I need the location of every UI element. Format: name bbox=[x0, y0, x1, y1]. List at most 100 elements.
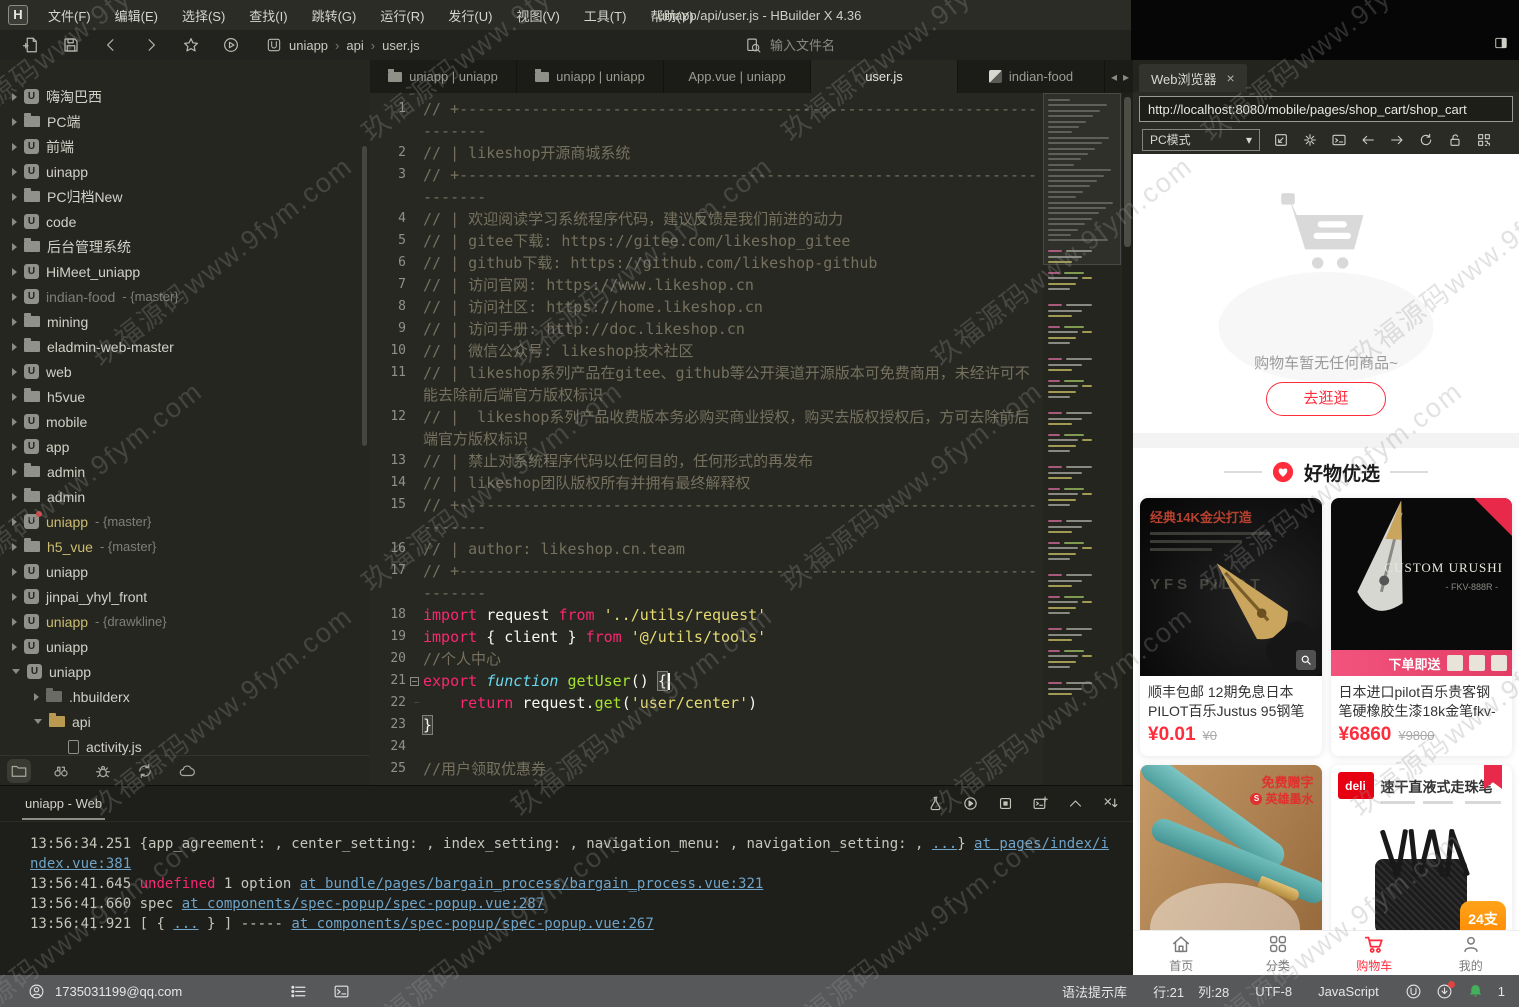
browser-tab[interactable]: Web浏览器 × bbox=[1139, 64, 1247, 92]
cloud-icon[interactable] bbox=[178, 762, 196, 780]
tree-item-15[interactable]: admin bbox=[0, 459, 370, 484]
tree-item-0[interactable]: U 嗨淘巴西 bbox=[0, 84, 370, 109]
mobile-tab-category[interactable]: 分类 bbox=[1230, 931, 1327, 975]
chevron-right-icon[interactable] bbox=[12, 442, 17, 451]
go-shopping-button[interactable]: 去逛逛 bbox=[1266, 382, 1386, 416]
chevron-right-icon[interactable] bbox=[12, 592, 17, 601]
restart-icon[interactable] bbox=[962, 795, 979, 812]
chevron-right-icon[interactable] bbox=[12, 217, 17, 226]
device-mode-select[interactable]: PC模式 ▾ bbox=[1142, 128, 1260, 151]
breadcrumb-item-2[interactable]: user.js bbox=[382, 38, 420, 53]
chevron-right-icon[interactable] bbox=[12, 267, 17, 276]
update-available-icon[interactable] bbox=[1436, 980, 1455, 1000]
tree-item-16[interactable]: admin bbox=[0, 484, 370, 509]
fold-toggle-icon[interactable] bbox=[406, 670, 423, 692]
code-area[interactable]: 1 // +-----------------------------------… bbox=[370, 93, 1041, 785]
tree-item-5[interactable]: Ucode bbox=[0, 209, 370, 234]
chevron-right-icon[interactable] bbox=[12, 517, 17, 526]
mobile-tab-user[interactable]: 我的 bbox=[1423, 931, 1519, 975]
menu-item-7[interactable]: 视图(V) bbox=[506, 2, 569, 29]
tree-item-7[interactable]: U HiMeet_uniapp bbox=[0, 259, 370, 284]
log-source-link[interactable]: at components/spec-popup/spec-popup.vue:… bbox=[182, 896, 544, 912]
mobile-tab-cart[interactable]: 购物车 bbox=[1326, 931, 1423, 975]
editor-scrollbar-thumb[interactable] bbox=[1124, 97, 1131, 247]
chevron-right-icon[interactable] bbox=[12, 417, 17, 426]
qr-code-icon[interactable] bbox=[1476, 132, 1492, 148]
zoom-icon[interactable] bbox=[1295, 650, 1316, 670]
run-icon[interactable] bbox=[222, 36, 240, 54]
encoding-label[interactable]: UTF-8 bbox=[1255, 984, 1292, 999]
tree-item-2[interactable]: U 前端 bbox=[0, 134, 370, 159]
tree-item-23[interactable]: Uuniapp bbox=[0, 659, 370, 684]
refresh-icon[interactable] bbox=[136, 762, 154, 780]
new-terminal-icon[interactable] bbox=[1032, 795, 1049, 812]
menu-item-4[interactable]: 跳转(G) bbox=[302, 2, 367, 29]
product-card-2[interactable]: 免费赠字 S 英雄墨水 bbox=[1140, 765, 1322, 943]
debug-config-icon[interactable] bbox=[927, 795, 944, 812]
task-list-icon[interactable] bbox=[290, 983, 307, 1000]
tree-item-21[interactable]: Uuniapp - {drawkline} bbox=[0, 609, 370, 634]
chevron-right-icon[interactable] bbox=[12, 317, 17, 326]
toggle-right-panel-icon[interactable] bbox=[1493, 36, 1509, 50]
url-input[interactable] bbox=[1140, 101, 1512, 117]
clear-console-icon[interactable] bbox=[1102, 795, 1119, 812]
tab-scroll-arrows[interactable]: ◂ ▸ bbox=[1111, 60, 1129, 93]
tree-item-3[interactable]: Uuinapp bbox=[0, 159, 370, 184]
tree-item-4[interactable]: PC归档New bbox=[0, 184, 370, 209]
menu-item-5[interactable]: 运行(R) bbox=[370, 2, 434, 29]
editor-tab-4[interactable]: indian-food bbox=[958, 60, 1105, 93]
menu-item-1[interactable]: 编辑(E) bbox=[105, 2, 168, 29]
menu-item-6[interactable]: 发行(U) bbox=[438, 2, 502, 29]
chevron-right-icon[interactable] bbox=[12, 367, 17, 376]
chevron-down-icon[interactable] bbox=[34, 719, 42, 724]
file-search-input[interactable] bbox=[770, 37, 1070, 53]
browser-forward-icon[interactable] bbox=[1389, 132, 1405, 148]
chevron-right-icon[interactable] bbox=[12, 192, 17, 201]
tree-item-13[interactable]: Umobile bbox=[0, 409, 370, 434]
editor-tab-3[interactable]: user.js bbox=[811, 60, 958, 93]
chevron-right-icon[interactable] bbox=[12, 292, 17, 301]
debug-icon[interactable] bbox=[94, 762, 112, 780]
close-icon[interactable]: × bbox=[1227, 70, 1235, 86]
chevron-right-icon[interactable] bbox=[12, 392, 17, 401]
chevron-right-icon[interactable] bbox=[12, 467, 17, 476]
language-label[interactable]: JavaScript bbox=[1318, 984, 1379, 999]
product-card-3[interactable]: deli 速干直液式走珠笔 24支 bbox=[1330, 765, 1512, 943]
product-card-1[interactable]: CUSTOM URUSHI - FKV-888R - 下单即送 日本进口pilot百乐… bbox=[1330, 498, 1512, 756]
address-bar[interactable] bbox=[1139, 96, 1513, 122]
chevron-right-icon[interactable] bbox=[12, 567, 17, 576]
notification-count[interactable]: 1 bbox=[1498, 984, 1505, 999]
tree-item-1[interactable]: PC端 bbox=[0, 109, 370, 134]
chevron-right-icon[interactable] bbox=[12, 617, 17, 626]
open-external-icon[interactable] bbox=[1273, 132, 1289, 148]
minimap[interactable] bbox=[1043, 93, 1121, 785]
notification-bell-icon[interactable] bbox=[1467, 983, 1484, 1000]
tree-item-18[interactable]: h5_vue - {master} bbox=[0, 534, 370, 559]
chevron-down-icon[interactable] bbox=[12, 669, 20, 674]
tree-item-14[interactable]: Uapp bbox=[0, 434, 370, 459]
project-manager-icon[interactable] bbox=[10, 761, 28, 780]
settings-gear-icon[interactable] bbox=[1302, 132, 1318, 148]
account-email[interactable]: 1735031199@qq.com bbox=[55, 984, 182, 999]
tree-item-8[interactable]: Uindian-food - {master} bbox=[0, 284, 370, 309]
mobile-tab-home[interactable]: 首页 bbox=[1133, 931, 1230, 975]
editor-tab-2[interactable]: App.vue | uniapp bbox=[664, 60, 811, 93]
console-tab[interactable]: uniapp - Web bbox=[22, 787, 106, 820]
cursor-col[interactable]: 列:28 bbox=[1198, 982, 1229, 1001]
tree-item-25[interactable]: api bbox=[0, 709, 370, 734]
chevron-right-icon[interactable] bbox=[12, 342, 17, 351]
unlock-icon[interactable] bbox=[1447, 132, 1463, 148]
chevron-right-icon[interactable] bbox=[12, 492, 17, 501]
breadcrumb-item-1[interactable]: api bbox=[346, 38, 363, 53]
tab-scroll-left-icon[interactable]: ◂ bbox=[1111, 70, 1117, 84]
browser-refresh-icon[interactable] bbox=[1418, 132, 1434, 148]
editor-tab-1[interactable]: uniapp | uniapp bbox=[517, 60, 664, 93]
breadcrumb-item-0[interactable]: uniapp bbox=[289, 38, 328, 53]
chevron-right-icon[interactable] bbox=[34, 692, 39, 701]
bookmark-star-icon[interactable] bbox=[182, 36, 200, 54]
menu-item-0[interactable]: 文件(F) bbox=[38, 2, 101, 29]
navigate-back-icon[interactable] bbox=[102, 36, 120, 54]
chevron-right-icon[interactable] bbox=[12, 242, 17, 251]
uni-service-icon[interactable] bbox=[1405, 983, 1422, 1000]
cursor-line[interactable]: 行:21 bbox=[1153, 982, 1184, 1001]
